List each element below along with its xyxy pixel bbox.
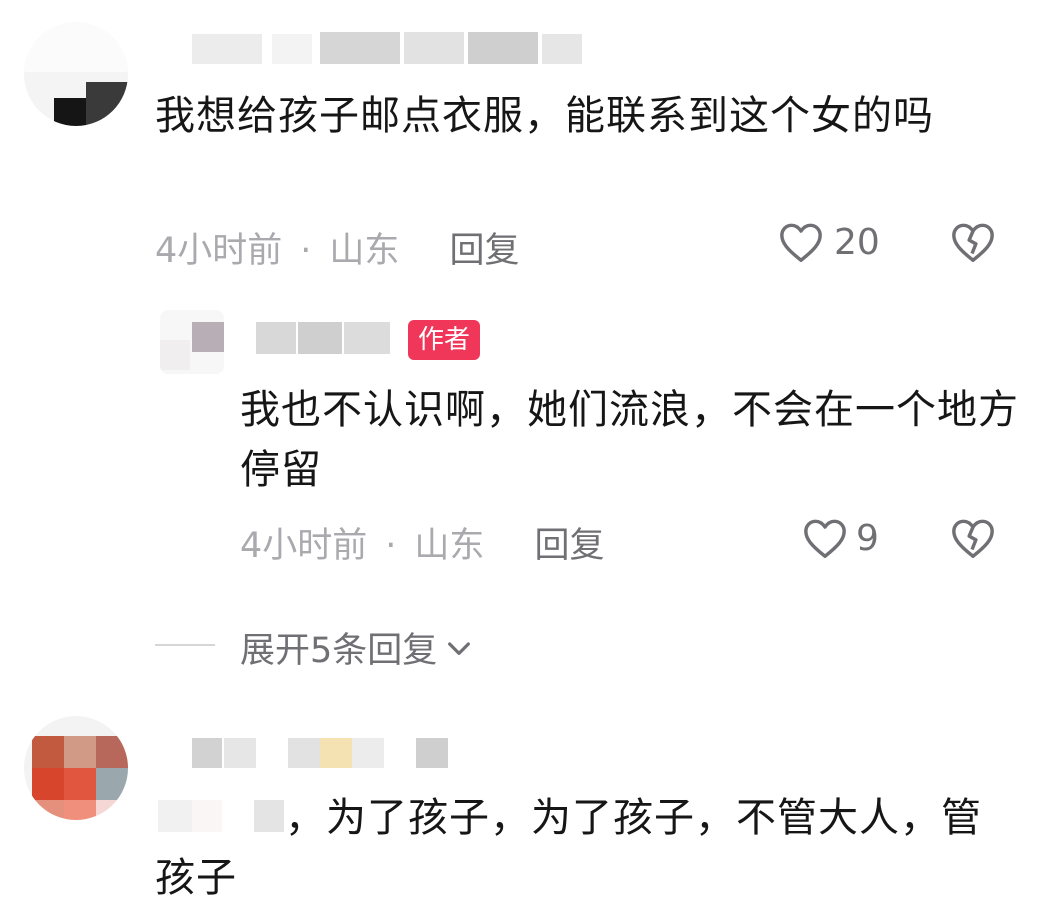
avatar[interactable] — [24, 716, 128, 820]
username-blurred[interactable] — [192, 30, 592, 64]
reply-avatar[interactable] — [160, 310, 224, 374]
broken-heart-icon[interactable] — [950, 220, 996, 268]
like-count: 20 — [834, 221, 880, 263]
heart-outline-icon — [802, 516, 848, 560]
reply-meta: 4小时前 · 山东 回复 — [240, 517, 604, 568]
username-blurred[interactable] — [192, 736, 492, 770]
heart-outline-icon — [778, 220, 824, 264]
reply-button[interactable]: 回复 — [449, 231, 519, 271]
avatar[interactable] — [24, 22, 128, 126]
meta-separator: · — [385, 526, 397, 566]
reply-like-count: 9 — [856, 517, 879, 559]
expand-divider — [155, 644, 215, 646]
reply-button[interactable]: 回复 — [534, 526, 604, 566]
meta-separator: · — [300, 231, 312, 271]
reply-like-button[interactable]: 9 — [802, 516, 879, 560]
comment-text: 我想给孩子邮点衣服，能联系到这个女的吗 — [155, 93, 934, 139]
chevron-down-icon — [443, 632, 475, 664]
expand-replies-button[interactable]: 展开5条回复 — [240, 622, 475, 673]
reply-username-blurred[interactable] — [256, 320, 396, 356]
author-badge: 作者 — [408, 320, 481, 360]
reply-location: 山东 — [414, 526, 485, 566]
comment-meta: 4小时前 · 山东 回复 — [155, 222, 519, 273]
reply-text: 我也不认识啊，她们流浪，不会在一个地方停留 — [240, 387, 1019, 493]
broken-heart-icon[interactable] — [950, 516, 996, 564]
reply-time: 4小时前 — [240, 526, 368, 566]
like-button[interactable]: 20 — [778, 220, 880, 264]
comment-location: 山东 — [329, 231, 400, 271]
comment-text: ，为了孩子，为了孩子，不管大人，管孩子 — [155, 795, 982, 901]
comment-time: 4小时前 — [155, 231, 283, 271]
expand-replies-label: 展开5条回复 — [240, 631, 438, 671]
